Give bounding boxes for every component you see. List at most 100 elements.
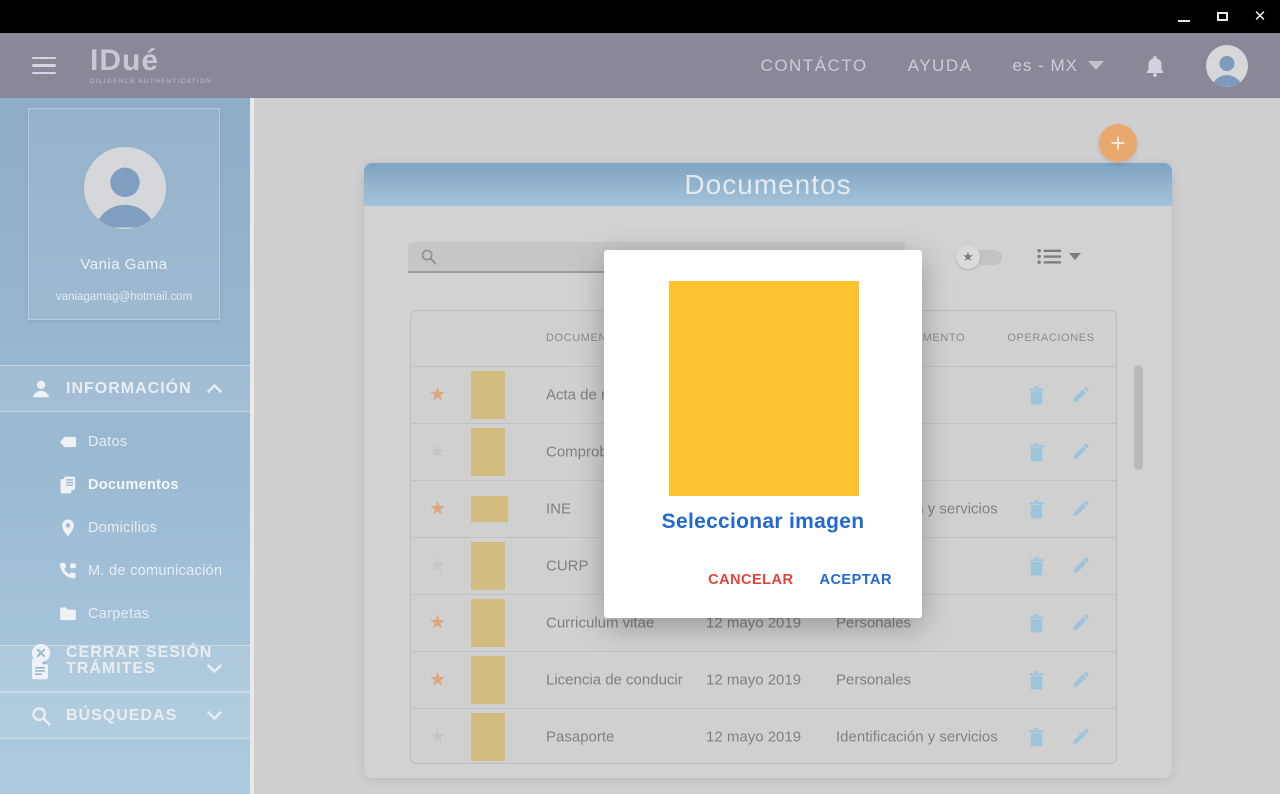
- document-thumbnail[interactable]: [471, 713, 505, 761]
- add-document-button[interactable]: +: [1099, 124, 1137, 162]
- search-icon: [30, 705, 52, 727]
- language-selector[interactable]: es - MX: [1012, 56, 1104, 76]
- logout-button[interactable]: CERRAR SESIÓN: [0, 633, 250, 673]
- sidebar-item-label: Domicilios: [88, 520, 157, 536]
- sidebar-section-label: INFORMACIÓN: [66, 380, 192, 398]
- edit-icon[interactable]: [1071, 671, 1089, 689]
- sidebar-item-documentos[interactable]: Documentos: [0, 463, 250, 506]
- sidebar-item-comunicacion[interactable]: M. de comunicación: [0, 549, 250, 592]
- notifications-bell-icon[interactable]: [1144, 54, 1166, 78]
- sidebar-item-carpetas[interactable]: Carpetas: [0, 592, 250, 635]
- sidebar: Vania Gama vaniagamag@hotmail.com INFORM…: [0, 98, 250, 794]
- phone-icon: [58, 561, 78, 581]
- sidebar-item-label: Carpetas: [88, 606, 149, 622]
- favorite-star-icon[interactable]: ★: [429, 498, 446, 521]
- user-name: Vania Gama: [29, 256, 219, 273]
- document-thumbnail[interactable]: [471, 599, 505, 647]
- chevron-down-icon: [1088, 61, 1104, 70]
- favorite-star-icon[interactable]: ★: [429, 555, 446, 578]
- person-icon: [30, 378, 52, 400]
- chevron-down-icon: [1069, 253, 1081, 260]
- menu-hamburger-icon[interactable]: [32, 57, 56, 75]
- language-value: es - MX: [1012, 56, 1078, 76]
- document-thumbnail[interactable]: [471, 656, 505, 704]
- document-date: 12 mayo 2019: [706, 672, 801, 689]
- table-row: ★ Pasaporte 12 mayo 2019 Identificación …: [411, 708, 1116, 765]
- page-title: Documentos: [684, 169, 851, 201]
- delete-icon[interactable]: [1028, 614, 1046, 632]
- edit-icon[interactable]: [1071, 614, 1089, 632]
- app-header: IDué DILIGENCE AUTHENTICATION CONTÁCTO A…: [0, 33, 1280, 98]
- map-pin-icon: [58, 518, 78, 538]
- delete-icon[interactable]: [1028, 386, 1046, 404]
- close-circle-icon: [30, 642, 52, 664]
- app-logo-subtitle: DILIGENCE AUTHENTICATION: [90, 79, 212, 86]
- document-name: Licencia de conducir: [546, 672, 683, 689]
- document-category: Identificación y servicios: [836, 729, 998, 746]
- sidebar-section-informacion[interactable]: INFORMACIÓN: [0, 365, 250, 412]
- folder-icon: [58, 604, 78, 624]
- document-thumbnail[interactable]: [471, 371, 505, 419]
- delete-icon[interactable]: [1028, 500, 1046, 518]
- user-avatar[interactable]: [1206, 45, 1248, 87]
- document-thumbnail[interactable]: [471, 428, 505, 476]
- documents-icon: [58, 475, 78, 495]
- logout-label: CERRAR SESIÓN: [66, 644, 212, 662]
- document-name: CURP: [546, 558, 589, 575]
- document-date: 12 mayo 2019: [706, 729, 801, 746]
- image-preview[interactable]: [669, 281, 859, 496]
- app-logo: IDué DILIGENCE AUTHENTICATION: [90, 46, 212, 86]
- list-view-icon: [1037, 248, 1062, 265]
- sidebar-item-domicilios[interactable]: Domicilios: [0, 506, 250, 549]
- select-image-dialog: Seleccionar imagen CANCELAR ACEPTAR: [604, 250, 922, 618]
- edit-icon[interactable]: [1071, 728, 1089, 746]
- nav-help-link[interactable]: AYUDA: [908, 56, 973, 76]
- delete-icon[interactable]: [1028, 443, 1046, 461]
- document-thumbnail[interactable]: [471, 496, 508, 522]
- favorites-filter-toggle[interactable]: ★: [956, 245, 1002, 269]
- edit-icon[interactable]: [1071, 386, 1089, 404]
- cancel-button[interactable]: CANCELAR: [708, 572, 793, 588]
- delete-icon[interactable]: [1028, 557, 1046, 575]
- sidebar-item-label: Documentos: [88, 477, 179, 493]
- window-close-button[interactable]: ✕: [1252, 9, 1268, 25]
- document-name: Pasaporte: [546, 729, 614, 746]
- edit-icon[interactable]: [1071, 557, 1089, 575]
- document-thumbnail[interactable]: [471, 542, 505, 590]
- favorite-star-icon[interactable]: ★: [429, 669, 446, 692]
- table-scrollbar-thumb[interactable]: [1134, 365, 1143, 470]
- sidebar-item-label: M. de comunicación: [88, 563, 222, 579]
- delete-icon[interactable]: [1028, 671, 1046, 689]
- search-icon: [420, 248, 437, 265]
- favorite-star-icon[interactable]: ★: [429, 726, 446, 749]
- label-icon: [58, 432, 78, 452]
- window-titlebar: ✕: [0, 0, 1280, 33]
- delete-icon[interactable]: [1028, 728, 1046, 746]
- panel-header: Documentos: [364, 163, 1172, 206]
- edit-icon[interactable]: [1071, 443, 1089, 461]
- sidebar-user-card: Vania Gama vaniagamag@hotmail.com: [28, 108, 220, 320]
- chevron-up-icon: [207, 380, 222, 398]
- edit-icon[interactable]: [1071, 500, 1089, 518]
- chevron-down-icon: [207, 707, 222, 725]
- user-email: vaniagamag@hotmail.com: [29, 291, 219, 303]
- sidebar-section-label: BÚSQUEDAS: [66, 707, 177, 725]
- select-image-link[interactable]: Seleccionar imagen: [604, 510, 922, 534]
- document-name: INE: [546, 501, 571, 518]
- table-row: ★ Licencia de conducir 12 mayo 2019 Pers…: [411, 651, 1116, 708]
- window-minimize-button[interactable]: [1176, 9, 1192, 25]
- nav-contact-link[interactable]: CONTÁCTO: [761, 56, 868, 76]
- view-mode-selector[interactable]: [1037, 247, 1081, 265]
- accept-button[interactable]: ACEPTAR: [819, 572, 892, 588]
- star-icon: ★: [956, 245, 980, 269]
- user-card-avatar: [84, 147, 166, 229]
- window-maximize-button[interactable]: [1214, 9, 1230, 25]
- app-logo-text: IDué: [90, 46, 212, 76]
- sidebar-item-datos[interactable]: Datos: [0, 420, 250, 463]
- column-header-operations: OPERACIONES: [1007, 332, 1095, 344]
- favorite-star-icon[interactable]: ★: [429, 612, 446, 635]
- favorite-star-icon[interactable]: ★: [429, 384, 446, 407]
- sidebar-item-label: Datos: [88, 434, 127, 450]
- favorite-star-icon[interactable]: ★: [429, 441, 446, 464]
- sidebar-section-busquedas[interactable]: BÚSQUEDAS: [0, 692, 250, 739]
